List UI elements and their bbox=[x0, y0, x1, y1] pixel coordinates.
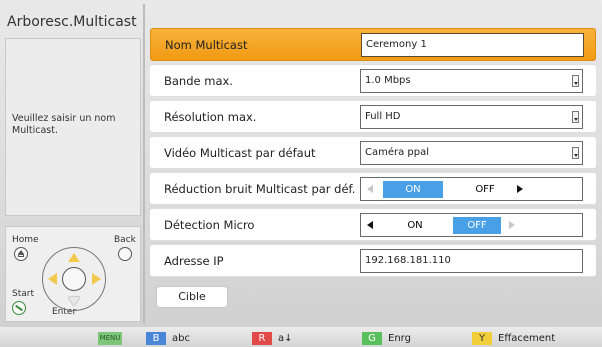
target-button[interactable]: Cible bbox=[156, 286, 228, 308]
up-arrow-icon bbox=[68, 253, 80, 262]
start-button-icon bbox=[12, 301, 26, 315]
left-panel: Arboresc.Multicast Veuillez saisir un no… bbox=[3, 4, 145, 324]
message-box: Veuillez saisir un nom Multicast. bbox=[5, 38, 141, 216]
row-label: Détection Micro bbox=[164, 218, 255, 232]
multicast-name-input[interactable]: Ceremony 1 bbox=[361, 33, 584, 57]
row-label: Réduction bruit Multicast par déf. bbox=[164, 182, 356, 196]
field-value: Ceremony 1 bbox=[366, 39, 427, 50]
yellow-key[interactable]: Y bbox=[472, 332, 492, 345]
row-default-video[interactable]: Vidéo Multicast par défaut Caméra ppal bbox=[150, 136, 596, 169]
row-ip-address[interactable]: Adresse IP 192.168.181.110 bbox=[150, 244, 596, 277]
row-multicast-name[interactable]: Nom Multicast Ceremony 1 bbox=[150, 28, 596, 61]
field-value: Caméra ppal bbox=[365, 147, 430, 158]
row-label: Résolution max. bbox=[164, 110, 257, 124]
noise-reduction-toggle[interactable]: ON OFF bbox=[360, 177, 583, 201]
row-label: Nom Multicast bbox=[165, 38, 248, 52]
field-value: 1.0 Mbps bbox=[365, 75, 411, 86]
green-key-label: Enrg bbox=[388, 333, 411, 344]
blue-key[interactable]: B bbox=[146, 332, 166, 345]
field-value: 192.168.181.110 bbox=[365, 255, 451, 266]
mic-detection-toggle[interactable]: ON OFF bbox=[360, 213, 583, 237]
right-arrow-icon bbox=[92, 273, 101, 285]
right-arrow-icon[interactable] bbox=[509, 221, 515, 229]
row-noise-reduction[interactable]: Réduction bruit Multicast par déf. ON OF… bbox=[150, 172, 596, 205]
menu-key[interactable]: MENU bbox=[98, 332, 122, 345]
row-label: Adresse IP bbox=[164, 254, 224, 268]
row-label: Vidéo Multicast par défaut bbox=[164, 146, 316, 160]
option-off[interactable]: OFF bbox=[465, 181, 505, 198]
option-on[interactable]: ON bbox=[383, 181, 443, 198]
field-value: Full HD bbox=[365, 111, 401, 122]
down-arrow-icon bbox=[68, 297, 80, 306]
home-label: Home bbox=[12, 235, 39, 245]
right-arrow-icon[interactable] bbox=[517, 185, 523, 193]
dropdown-arrow-icon bbox=[572, 111, 579, 123]
red-key[interactable]: R bbox=[252, 332, 272, 345]
ip-address-input[interactable]: 192.168.181.110 bbox=[360, 249, 583, 273]
screen: Arboresc.Multicast Veuillez saisir un no… bbox=[0, 0, 602, 347]
remote-control-guide: Home Back Start Enter bbox=[5, 226, 141, 322]
back-button-icon bbox=[118, 247, 132, 261]
max-resolution-select[interactable]: Full HD bbox=[360, 105, 583, 129]
home-button-icon bbox=[14, 247, 28, 261]
left-arrow-icon bbox=[48, 273, 57, 285]
help-message: Veuillez saisir un nom Multicast. bbox=[12, 113, 116, 136]
row-label: Bande max. bbox=[164, 74, 233, 88]
key-guide-bar: MENU B abc R a↓ G Enrg Y Effacement bbox=[0, 327, 602, 347]
left-arrow-icon[interactable] bbox=[367, 185, 373, 193]
max-bandwidth-select[interactable]: 1.0 Mbps bbox=[360, 69, 583, 93]
left-arrow-icon[interactable] bbox=[367, 221, 373, 229]
row-max-bandwidth[interactable]: Bande max. 1.0 Mbps bbox=[150, 64, 596, 97]
dropdown-arrow-icon bbox=[572, 147, 579, 159]
start-label: Start bbox=[12, 289, 34, 299]
default-video-select[interactable]: Caméra ppal bbox=[360, 141, 583, 165]
settings-panel: Nom Multicast Ceremony 1 Bande max. 1.0 … bbox=[148, 14, 600, 314]
row-mic-detection[interactable]: Détection Micro ON OFF bbox=[150, 208, 596, 241]
panel-title: Arboresc.Multicast bbox=[7, 14, 137, 30]
enter-button-icon bbox=[62, 267, 86, 291]
yellow-key-label: Effacement bbox=[498, 333, 556, 344]
option-off[interactable]: OFF bbox=[453, 217, 501, 234]
green-key[interactable]: G bbox=[362, 332, 382, 345]
blue-key-label: abc bbox=[172, 333, 190, 344]
option-on[interactable]: ON bbox=[395, 217, 435, 234]
dropdown-arrow-icon bbox=[572, 75, 579, 87]
row-max-resolution[interactable]: Résolution max. Full HD bbox=[150, 100, 596, 133]
red-key-label: a↓ bbox=[278, 333, 293, 344]
back-label: Back bbox=[114, 235, 136, 245]
